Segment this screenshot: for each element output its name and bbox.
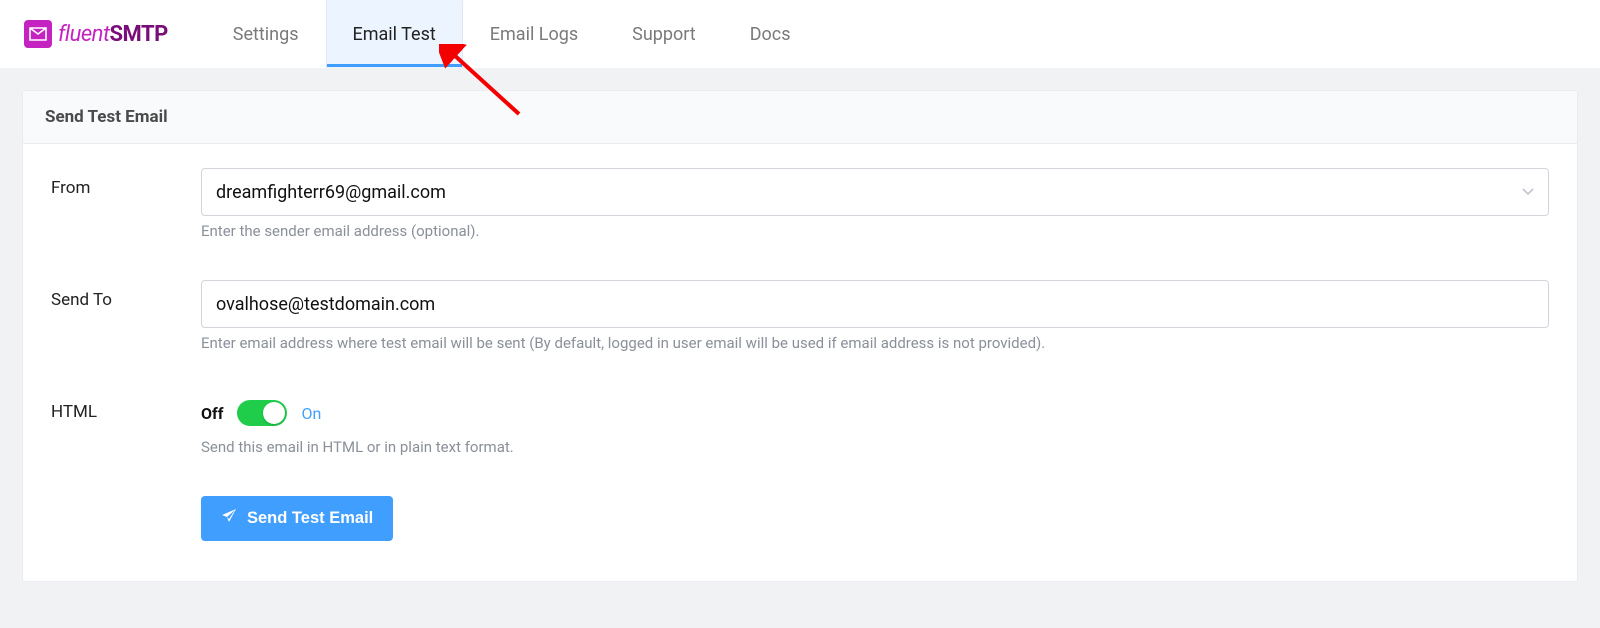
nav-tabs: Settings Email Test Email Logs Support D… (206, 0, 818, 68)
tab-docs[interactable]: Docs (723, 0, 818, 68)
toggle-on-label: On (301, 404, 321, 423)
toggle-off-label: Off (201, 404, 223, 423)
html-label: HTML (51, 392, 201, 422)
brand-smtp: SMTP (109, 22, 167, 47)
html-help: Send this email in HTML or in plain text… (201, 438, 1549, 456)
html-toggle[interactable] (237, 400, 287, 426)
row-submit: Send Test Email (51, 496, 1549, 541)
brand-fluent: fluent (58, 22, 109, 47)
panel-title: Send Test Email (23, 91, 1577, 144)
send-test-panel: Send Test Email From dreamfighterr69@gma… (22, 90, 1578, 582)
send-to-input[interactable]: ovalhose@testdomain.com (201, 280, 1549, 328)
from-help: Enter the sender email address (optional… (201, 222, 1549, 240)
from-value: dreamfighterr69@gmail.com (216, 182, 446, 203)
app-header: fluentSMTP Settings Email Test Email Log… (0, 0, 1600, 68)
send-to-help: Enter email address where test email wil… (201, 334, 1549, 352)
paper-plane-icon (221, 508, 237, 529)
html-toggle-row: Off On (201, 392, 1549, 426)
send-test-email-button[interactable]: Send Test Email (201, 496, 393, 541)
from-label: From (51, 168, 201, 198)
from-select[interactable]: dreamfighterr69@gmail.com (201, 168, 1549, 216)
brand-icon (24, 20, 52, 48)
panel-body: From dreamfighterr69@gmail.com Enter the… (23, 144, 1577, 581)
page-body: Send Test Email From dreamfighterr69@gma… (0, 68, 1600, 604)
brand-text: fluentSMTP (58, 22, 168, 47)
chevron-down-icon (1522, 184, 1534, 200)
send-to-value: ovalhose@testdomain.com (216, 294, 435, 315)
row-from: From dreamfighterr69@gmail.com Enter the… (51, 168, 1549, 240)
send-to-label: Send To (51, 280, 201, 310)
brand: fluentSMTP (24, 0, 168, 68)
tab-settings[interactable]: Settings (206, 0, 326, 68)
row-html: HTML Off On Send this email in HTML or i… (51, 392, 1549, 456)
send-button-label: Send Test Email (247, 509, 373, 528)
tab-support[interactable]: Support (605, 0, 723, 68)
tab-email-test[interactable]: Email Test (326, 0, 463, 68)
tab-email-logs[interactable]: Email Logs (463, 0, 605, 68)
toggle-knob (263, 402, 285, 424)
row-send-to: Send To ovalhose@testdomain.com Enter em… (51, 280, 1549, 352)
